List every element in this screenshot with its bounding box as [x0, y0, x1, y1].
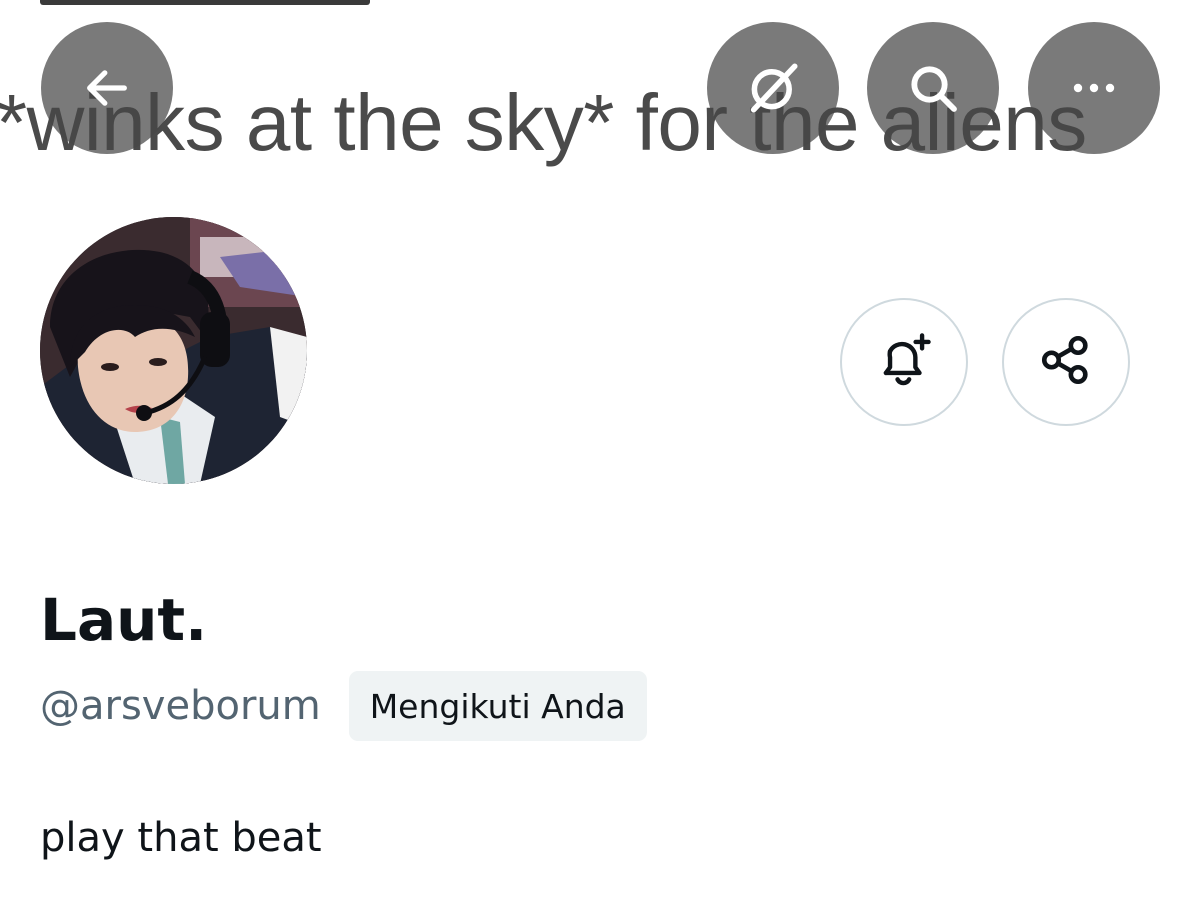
profile-bio: play that beat	[40, 815, 322, 861]
search-button[interactable]	[867, 22, 999, 154]
more-options-button[interactable]	[1028, 22, 1160, 154]
bell-plus-icon	[873, 329, 935, 395]
handle-row: @arsveborum Mengikuti Anda	[40, 670, 647, 742]
more-horizontal-icon	[1066, 78, 1122, 98]
slashed-circle-icon	[744, 59, 802, 117]
banner-top-strip	[40, 0, 370, 5]
follows-you-badge: Mengikuti Anda	[348, 671, 647, 741]
search-icon	[905, 60, 961, 116]
profile-banner[interactable]: *winks at the sky* for the aliens	[0, 0, 1200, 200]
share-button[interactable]	[1002, 298, 1130, 426]
profile-avatar[interactable]	[40, 217, 307, 484]
back-button[interactable]	[41, 22, 173, 154]
user-handle: @arsveborum	[40, 683, 321, 729]
display-name: Laut.	[40, 586, 208, 654]
arrow-left-icon	[81, 62, 133, 114]
profile-photo	[40, 217, 307, 484]
share-icon	[1037, 331, 1095, 393]
notify-button[interactable]	[840, 298, 968, 426]
grok-button[interactable]	[707, 22, 839, 154]
